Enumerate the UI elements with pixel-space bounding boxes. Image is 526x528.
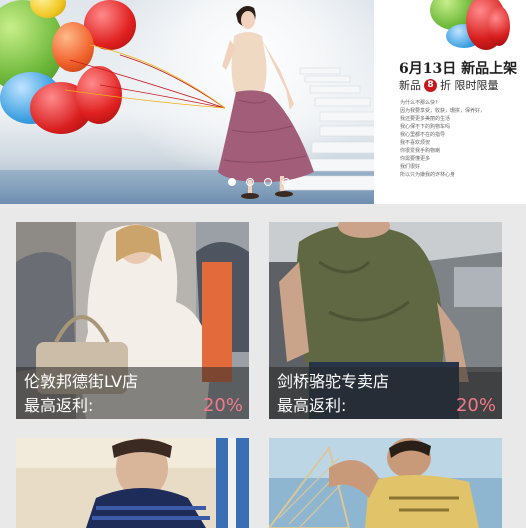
store-card-camel[interactable]: 剑桥骆驼专卖店 最高返利: 20%	[269, 222, 502, 419]
carousel-indicators	[228, 178, 290, 186]
promo-discount-line: 新品 8 折 限时限量	[399, 77, 499, 93]
promo-copy-line: 我不喜欢烦怳	[400, 140, 431, 146]
store-photo	[269, 438, 502, 528]
new-label: 新品	[399, 79, 421, 92]
promo-balloon-red-2	[488, 6, 510, 46]
carousel-dot[interactable]	[228, 178, 236, 186]
rebate-value: 20%	[455, 395, 496, 416]
store-card-lv[interactable]: 伦敦邦德街LV店 最高返利: 20%	[16, 222, 249, 419]
promo-copy-line: 你很爱我手购物喇	[400, 148, 441, 154]
rebate-label: 最高返利:	[24, 396, 94, 415]
carousel-dot[interactable]	[264, 178, 272, 186]
store-photo	[16, 438, 249, 528]
promo-banner[interactable]: 6月13日 新品上架 新品 8 折 限时限量 为什么不那么快? 因为我要享受，收…	[0, 0, 526, 204]
promo-copy-line: 所以只为嫌我的诈林心身	[400, 172, 456, 178]
promo-copy-line: 我心保不下的购物车吗	[400, 124, 451, 130]
promo-copy: 为什么不那么快? 因为我要享受，收获，珊拼，保养好， 我还要更多美丽的生活 我心…	[400, 99, 510, 179]
rebate-label: 最高返利:	[277, 396, 347, 415]
promo-copy-line: 我心里都不在的指导	[400, 132, 446, 138]
promo-copy-line: 因为我要享受，收获，珊拼，保养好，	[400, 108, 486, 114]
carousel-dot[interactable]	[246, 178, 254, 186]
carousel-dot[interactable]	[282, 178, 290, 186]
store-card-partial[interactable]	[16, 438, 249, 528]
discount-suffix: 折 限时限量	[440, 79, 499, 92]
store-name: 伦敦邦德街LV店	[24, 372, 139, 391]
model-figure	[218, 6, 314, 199]
promo-headline: 6月13日 新品上架	[399, 61, 518, 77]
promo-copy-line: 我还要更多美丽的生活	[400, 116, 451, 122]
rebate-value: 20%	[202, 395, 243, 416]
store-name: 剑桥骆驼专卖店	[277, 372, 390, 391]
discount-badge: 8	[424, 78, 437, 92]
promo-copy-line: 你需要懂更多	[400, 156, 431, 162]
balloon-strings	[64, 44, 226, 109]
store-card-partial[interactable]	[269, 438, 502, 528]
promo-copy-line: 为什么不那么快?	[400, 100, 438, 106]
promo-copy-line: 我们很好	[400, 164, 421, 170]
